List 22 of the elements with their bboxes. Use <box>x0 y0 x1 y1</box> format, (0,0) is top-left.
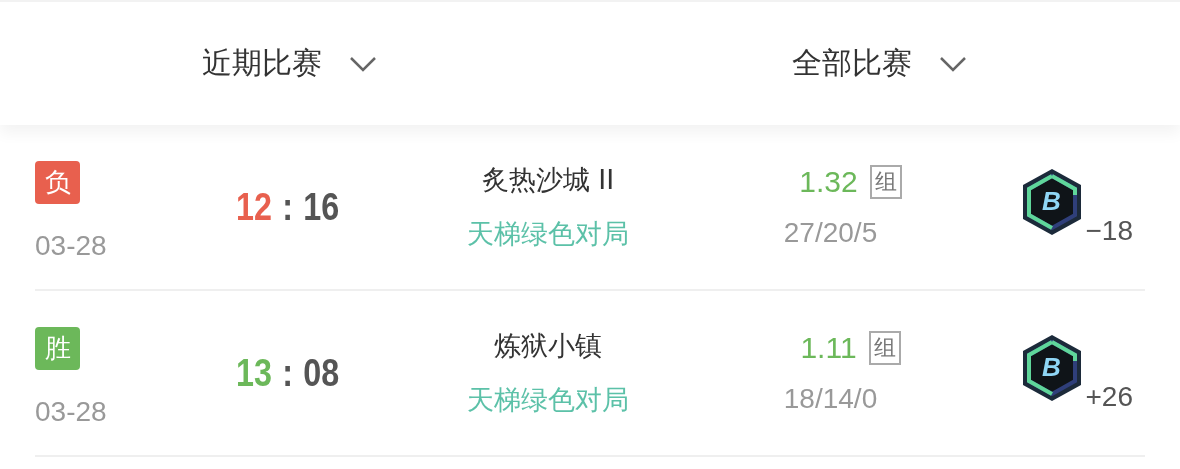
kda-stats: 27/20/5 <box>783 217 878 249</box>
map-name: 炼狱小镇 <box>494 329 602 363</box>
match-date: 03-28 <box>35 229 107 262</box>
rating-value: 1.11 <box>800 331 857 365</box>
match-date: 03-28 <box>35 395 107 428</box>
filter-dropdown[interactable]: 近期比赛 <box>202 43 378 84</box>
match-score: 12 : 16 <box>236 185 339 229</box>
chevron-down-icon <box>938 54 968 73</box>
rating-change: −18 <box>1085 215 1133 247</box>
chevron-down-icon <box>348 54 378 73</box>
result-badge: 负 <box>35 160 80 204</box>
kda-stats: 18/14/0 <box>783 383 878 415</box>
group-tag: 组 <box>868 331 901 365</box>
map-name: 炙热沙城 II <box>481 163 615 197</box>
match-score: 13 : 08 <box>236 351 339 395</box>
filter-dropdown[interactable]: 全部比赛 <box>792 43 968 84</box>
match-mode: 天梯绿色对局 <box>467 383 629 417</box>
rating-value: 1.32 <box>799 165 858 199</box>
match-mode: 天梯绿色对局 <box>467 217 629 251</box>
group-tag: 组 <box>869 165 902 199</box>
rating-change: +26 <box>1085 381 1133 413</box>
result-badge: 胜 <box>35 326 80 370</box>
